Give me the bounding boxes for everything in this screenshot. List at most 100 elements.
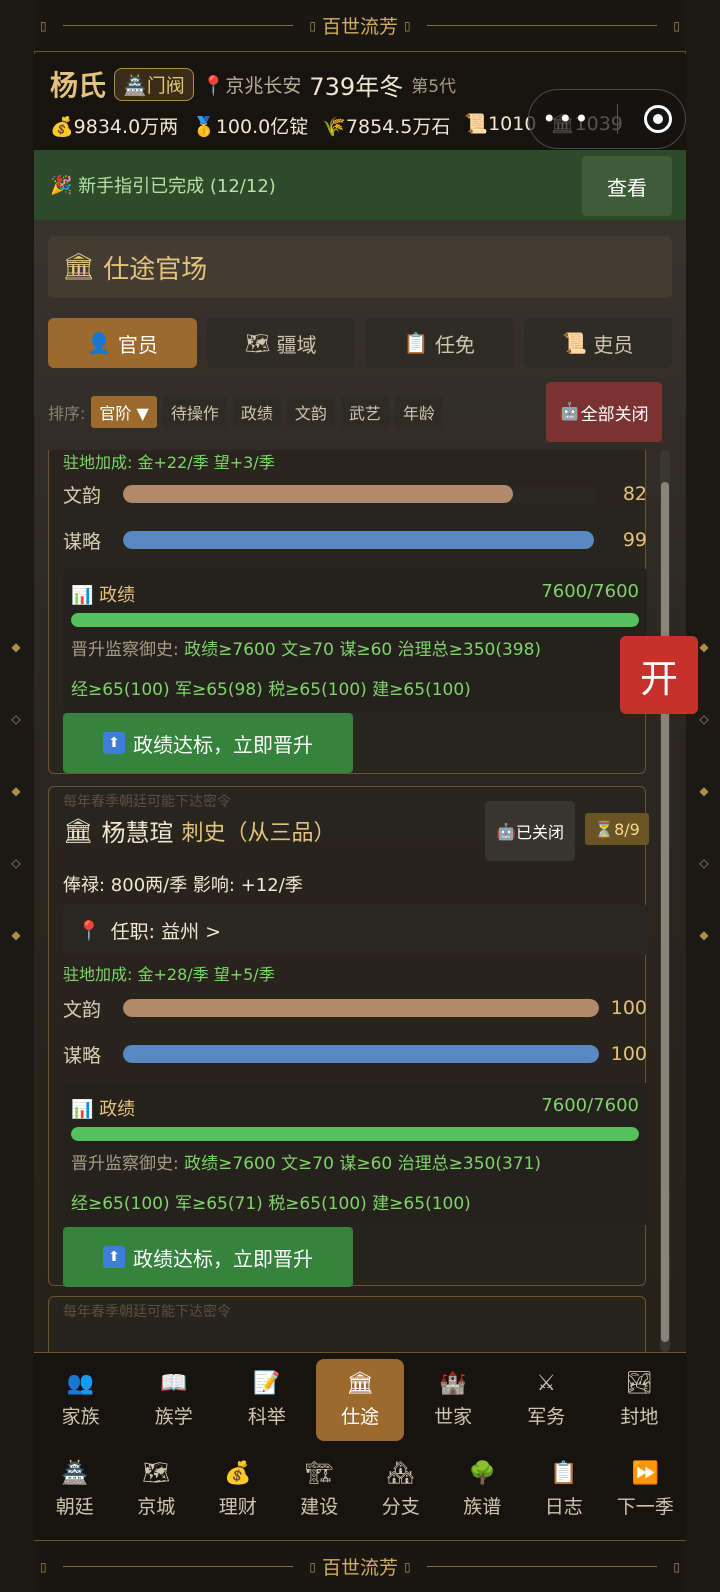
nav-item-0[interactable]: 🏯 朝廷	[37, 1449, 113, 1531]
more-icon[interactable]: •••	[542, 105, 590, 133]
nav-label: 仕途	[340, 1405, 379, 1428]
auto-toggle[interactable]: 🤖 已关闭	[485, 801, 575, 861]
right-decoration: ◆ ◇ ◆ ◇ ◆	[699, 640, 709, 942]
palace-icon: 🏯	[61, 1460, 89, 1486]
map-icon: 🗺	[244, 331, 271, 355]
secret-order-note: 每年春季朝廷可能下达密令	[63, 1304, 231, 1320]
nav-item-1[interactable]: 📖 族学	[130, 1359, 217, 1441]
nav-label: 封地	[620, 1405, 659, 1428]
pagoda-icon: 🏯	[123, 74, 147, 97]
temple-icon: 🏛	[346, 1370, 374, 1396]
money-bag-icon: 💰	[224, 1460, 252, 1486]
up-arrow-icon: ⬆	[103, 732, 125, 754]
guide-banner: 🎉 新手指引已完成 (12/12) 查看	[34, 150, 686, 220]
tree-icon: 🌳	[468, 1460, 496, 1486]
stat-strategy-fill	[123, 531, 595, 549]
nav-item-0[interactable]: 👥 家族	[37, 1359, 124, 1441]
temple-icon: 🏛	[62, 252, 96, 282]
merit-panel: 📊 政绩 7600/7600 晋升监察御史: 政绩≥7600 文≥70 谋≥60…	[63, 569, 647, 711]
view-guide-button[interactable]: 查看	[582, 156, 672, 216]
robot-icon: 🤖	[559, 402, 581, 422]
stat-literary-fill	[123, 485, 514, 503]
close-target-icon[interactable]	[643, 105, 672, 133]
sort-age[interactable]: 年龄	[394, 396, 443, 428]
rank-badge[interactable]: 🏯门阀	[114, 67, 194, 101]
official-list: 驻地加成: 金+22/季 望+3/季 文韵 82 谋略 99 📊 政绩 7600…	[48, 450, 660, 1352]
official-card: 每年春季朝廷可能下达密令	[48, 1296, 646, 1352]
bottom-nav: 👥 家族 📖 族学 📝 科举 🏛 仕途 🏰 世家 ⚔ 军务 🏞 封地 🏯 朝廷 🗺 京城 💰 理财 🏗 建设 🏘 分支 🌳 族谱…	[34, 1352, 686, 1540]
medal-icon: 🥇	[192, 116, 216, 138]
memo-icon: 📝	[253, 1370, 281, 1396]
nav-item-6[interactable]: 📋 日志	[526, 1449, 602, 1531]
nav-item-7[interactable]: ⏩ 下一季	[608, 1449, 684, 1531]
merit-panel: 📊 政绩 7600/7600 晋升监察御史: 政绩≥7600 文≥70 谋≥60…	[63, 1083, 647, 1225]
sort-merit[interactable]: 政绩	[232, 396, 281, 428]
promotion-requirements: 晋升监察御史: 政绩≥7600 文≥70 谋≥60 治理总≥350(398)	[71, 640, 542, 660]
salary-info: 俸禄: 800两/季 影响: +12/季	[63, 875, 303, 896]
tab-officials[interactable]: 👤 官员	[48, 318, 197, 368]
resource-grain: 🌾7854.5万石	[322, 116, 451, 138]
post-selector[interactable]: 📍 任职: 益州 >	[63, 905, 647, 955]
pin-icon: 📍	[201, 74, 226, 97]
nav-item-4[interactable]: 🏰 世家	[410, 1359, 497, 1441]
sort-rank[interactable]: 官阶 ▼	[91, 396, 157, 428]
nav-label: 朝廷	[55, 1495, 94, 1518]
sort-bar: 排序: 官阶 ▼ 待操作 政绩 文韵 武艺 年龄	[48, 396, 443, 428]
sort-pending[interactable]: 待操作	[162, 396, 227, 428]
list-scrollbar[interactable]	[660, 450, 670, 1352]
clipboard-icon: 📋	[550, 1460, 578, 1486]
nav-item-3[interactable]: 🏛 仕途	[316, 1359, 404, 1441]
nav-item-5[interactable]: 🌳 族谱	[445, 1449, 521, 1531]
stat-strategy-fill	[123, 1045, 599, 1063]
nav-item-5[interactable]: ⚔ 军务	[503, 1359, 590, 1441]
resource-silver: 💰9834.0万两	[50, 116, 179, 138]
stat-strategy: 谋略 99	[63, 529, 647, 553]
close-all-button[interactable]: 🤖 全部关闭	[546, 382, 662, 442]
money-bag-icon: 💰	[50, 116, 74, 138]
section-title: 🏛 仕途官场	[48, 236, 672, 298]
nav-item-6[interactable]: 🏞 封地	[596, 1359, 683, 1441]
temple-icon: 🏛	[63, 816, 94, 845]
tab-appointment[interactable]: 📋 任免	[365, 318, 514, 368]
family-name: 杨氏	[50, 69, 107, 102]
nav-item-2[interactable]: 📝 科举	[223, 1359, 310, 1441]
sort-martial[interactable]: 武艺	[340, 396, 389, 428]
guide-text: 新手指引已完成 (12/12)	[78, 176, 276, 197]
merit-value: 7600/7600	[541, 1095, 639, 1116]
tab-bar: 👤 官员 🗺 疆域 📋 任免 📜 吏员	[48, 318, 672, 368]
location: 📍京兆长安	[201, 74, 302, 97]
resource-scroll: 📜1010	[464, 113, 537, 135]
chart-icon: 📊	[71, 1099, 94, 1120]
nav-item-4[interactable]: 🏘 分支	[363, 1449, 439, 1531]
nav-label: 科举	[247, 1405, 286, 1428]
family-icon: 👥	[66, 1370, 95, 1396]
castle-icon: 🏰	[439, 1370, 467, 1396]
bottom-banner: ▯ ▯ 百世流芳 ▯ ▯	[34, 1540, 686, 1592]
stat-strategy: 谋略 100	[63, 1043, 647, 1067]
nav-item-3[interactable]: 🏗 建设	[282, 1449, 358, 1531]
nav-item-1[interactable]: 🗺 京城	[119, 1449, 195, 1531]
fast-forward-icon: ⏩	[631, 1460, 659, 1486]
sort-literary[interactable]: 文韵	[286, 396, 335, 428]
scroll-icon: 📜	[464, 113, 489, 135]
promote-button[interactable]: ⬆ 政绩达标，立即晋升	[63, 1227, 353, 1287]
stat-literary: 文韵 100	[63, 997, 647, 1021]
nav-label: 京城	[137, 1495, 176, 1518]
promotion-requirements-2: 经≥65(100) 军≥65(71) 税≥65(100) 建≥65(100)	[71, 1194, 471, 1214]
left-decoration: ◆ ◇ ◆ ◇ ◆	[11, 640, 21, 942]
nav-label: 日志	[544, 1495, 583, 1518]
robot-icon: 🤖	[496, 821, 516, 841]
open-float-button[interactable]: 开	[620, 636, 698, 714]
nav-label: 下一季	[616, 1495, 674, 1518]
nav-label: 家族	[61, 1405, 100, 1428]
tab-territory[interactable]: 🗺 疆域	[206, 318, 355, 368]
hourglass-icon: ⏳	[594, 819, 615, 839]
nav-item-2[interactable]: 💰 理财	[200, 1449, 276, 1531]
banner-title: 百世流芳	[322, 1557, 399, 1579]
chart-icon: 📊	[71, 585, 94, 606]
official-title: 刺史（从三品）	[181, 820, 336, 846]
promote-button[interactable]: ⬆ 政绩达标，立即晋升	[63, 713, 353, 773]
tab-clerks[interactable]: 📜 吏员	[523, 318, 672, 368]
official-name: 杨慧瑄	[101, 819, 174, 847]
party-icon: 🎉	[50, 174, 73, 196]
